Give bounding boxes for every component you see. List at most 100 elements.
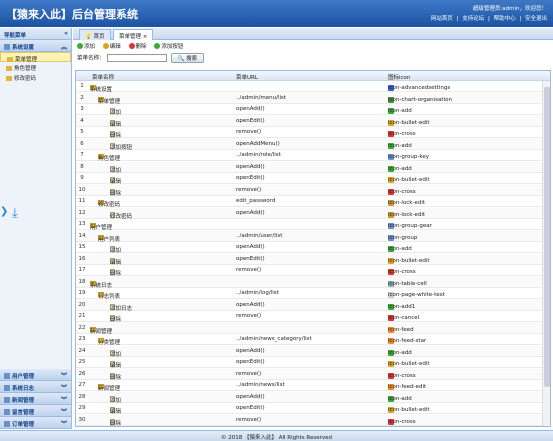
table-row[interactable]: 10 删除 remove() icon-cross <box>76 184 542 197</box>
icon-name: icon-add1 <box>388 303 416 310</box>
row-number: 28 <box>78 393 86 400</box>
search-button[interactable]: 🔍 搜索 <box>170 53 205 63</box>
table-row[interactable]: 28 添加 openAdd() icon-add <box>76 391 542 404</box>
table-row[interactable]: 6 添加按钮 openAddMenu() icon-add <box>76 138 542 151</box>
close-icon[interactable]: × <box>143 34 148 40</box>
menu-url-cell: openEdit() <box>236 359 265 365</box>
accordion-label: 订单管理 <box>12 422 35 428</box>
table-row[interactable]: 2◢菜单管理../admin/menu/listicon-chart-organ… <box>76 92 542 105</box>
grid-header: 菜单名称 菜单URL 图标icon <box>76 71 550 81</box>
scrollbar[interactable] <box>542 81 550 426</box>
icon-name: icon-lock-edit <box>388 211 426 218</box>
accordion-label: 系统日志 <box>12 386 35 392</box>
menu-url-cell: openAdd() <box>236 244 265 250</box>
table-row[interactable]: 3 添加 openAdd() icon-add <box>76 104 542 116</box>
app-title: 【猿来入此】后台管理系统 <box>6 8 138 21</box>
table-row[interactable]: 8 添加 openAdd() icon-add <box>76 161 542 174</box>
scrollbar-thumb[interactable] <box>544 87 550 387</box>
table-row[interactable]: 21 删除 remove() icon-cancel <box>76 311 542 323</box>
menu-url-cell: remove() <box>236 267 262 273</box>
add-button[interactable]: 添加 <box>77 42 95 50</box>
icon-name: icon-cross <box>388 372 416 379</box>
delete-button[interactable]: 删除 <box>128 42 147 50</box>
table-row[interactable]: 24 添加 openAdd() icon-add <box>76 345 542 358</box>
link-separator: | <box>456 16 459 22</box>
icon-name: icon-group <box>388 234 418 241</box>
download-icon[interactable]: ⤓ <box>12 206 18 221</box>
menu-name: 删除 <box>110 420 122 427</box>
forum-link[interactable]: 支持论坛 <box>462 16 484 22</box>
edit-button[interactable]: 编辑 <box>102 42 121 50</box>
column-header-url[interactable]: 菜单URL <box>236 73 258 81</box>
table-row[interactable]: 7◢角色管理../admin/role/listicon-group-key <box>76 150 542 162</box>
menu-url-cell: openEdit() <box>236 175 265 181</box>
expand-arrow-icon[interactable]: ❯ <box>0 206 8 217</box>
table-row[interactable]: 26 删除 remove() icon-cross <box>76 368 542 381</box>
table-row[interactable]: 9 编辑 openEdit() icon-bullet-edit <box>76 173 542 185</box>
row-number: 1 <box>80 83 84 89</box>
row-number: 5 <box>80 129 84 135</box>
row-number: 11 <box>78 198 86 204</box>
table-row[interactable]: 22◢新闻管理icon-feed <box>76 322 542 335</box>
table-row[interactable]: 23◢分类管理../admin/news_category/listicon-f… <box>76 334 542 346</box>
sidebar-item-menu-manage[interactable]: 菜单管理 <box>0 52 71 63</box>
order-icon <box>4 421 10 427</box>
help-link[interactable]: 帮助中心 <box>494 16 516 22</box>
search-bar: 菜单名称： 🔍 搜索 <box>73 52 553 64</box>
sidebar-item-label: 菜单管理 <box>15 57 38 63</box>
accordion-user[interactable]: 用户管理 ︾ <box>0 369 71 381</box>
accordion-message[interactable]: 留言管理 ︾ <box>0 405 71 417</box>
table-row[interactable]: 5 删除 remove() icon-cross <box>76 127 542 139</box>
menu-url-cell: openAdd() <box>236 163 265 170</box>
table-row[interactable]: 14◢用户列表../admin/user/listicon-group <box>76 230 542 243</box>
sidebar-item-role-manage[interactable]: 角色管理 <box>0 62 71 72</box>
menu-url-cell: ../admin/log/list <box>236 290 279 296</box>
menu-url-cell: ../admin/news/list <box>236 382 285 388</box>
chevron-down-icon[interactable]: ︾ <box>61 383 67 392</box>
table-row[interactable]: 15 添加 openAdd() icon-add <box>76 242 542 254</box>
table-row[interactable]: 18◢系统日志icon-table-cell <box>76 276 542 289</box>
accordion-order[interactable]: 订单管理 ︾ <box>0 417 71 429</box>
row-number: 24 <box>78 347 86 354</box>
table-row[interactable]: 27◢新闻管理../admin/news/listicon-feed-edit <box>76 380 542 392</box>
table-row[interactable]: 30 删除 remove() icon-cross <box>76 414 542 427</box>
footer: © 2018 【猿来入此】 All Rights Reserved <box>0 430 553 441</box>
chevron-down-icon[interactable]: ︾ <box>61 419 67 428</box>
chevron-down-icon[interactable]: ︾ <box>61 371 67 380</box>
tab-menu-manage[interactable]: 菜单管理 × <box>113 29 154 40</box>
log-icon <box>4 385 10 391</box>
add-menu-button[interactable]: 添加按钮 <box>154 42 183 50</box>
table-row[interactable]: 4 编辑 openEdit() icon-bullet-edit <box>76 115 542 128</box>
collapse-icon[interactable]: « <box>64 30 68 37</box>
accordion-log[interactable]: 系统日志 ︾ <box>0 381 71 393</box>
chevron-up-icon[interactable]: ︽ <box>61 42 67 51</box>
table-row[interactable]: 17 删除 remove() icon-cross <box>76 265 542 277</box>
table-row[interactable]: 16 编辑 openEdit() icon-bullet-edit <box>76 253 542 266</box>
menu-url-cell: openEdit() <box>236 255 265 262</box>
table-row[interactable]: 20 添加日志 openAdd() icon-add1 <box>76 299 542 312</box>
table-row[interactable]: 13◢用户管理icon-group-gear <box>76 219 542 231</box>
sidebar-item-change-password[interactable]: 修改密码 <box>0 72 71 82</box>
column-header-icon[interactable]: 图标icon <box>388 73 410 81</box>
sidebar-item-label: 修改密码 <box>14 76 37 82</box>
row-number: 21 <box>78 313 86 319</box>
tab-label: 菜单管理 <box>119 34 142 40</box>
column-header-name[interactable]: 菜单名称 <box>92 73 114 81</box>
row-number: 13 <box>78 221 86 227</box>
table-row[interactable]: 11◢修改密码edit_passwordicon-lock-edit <box>76 196 542 208</box>
tab-home[interactable]: 💡 首页 <box>79 29 111 40</box>
table-row[interactable]: 29 编辑 openEdit() icon-bullet-edit <box>76 403 542 415</box>
chevron-down-icon[interactable]: ︾ <box>61 395 67 404</box>
icon-name: icon-group-key <box>388 154 429 160</box>
accordion-system-settings[interactable]: 系统设置 ︽ <box>0 40 71 52</box>
chevron-down-icon[interactable]: ︾ <box>61 407 67 416</box>
accordion-news[interactable]: 新闻管理 ︾ <box>0 393 71 405</box>
logout-link[interactable]: 安全退出 <box>525 16 547 22</box>
table-row[interactable]: 25 编辑 openEdit() icon-bullet-edit <box>76 357 542 369</box>
table-row[interactable]: 12 修改密码 openAdd() icon-lock-edit <box>76 207 542 220</box>
search-input[interactable] <box>106 54 167 62</box>
home-link[interactable]: 网站首页 <box>431 16 453 22</box>
row-number: 3 <box>80 106 84 112</box>
table-row[interactable]: 1◢系统设置icon-advancedsettings <box>76 81 542 93</box>
table-row[interactable]: 19◢日志列表../admin/log/listicon-page-white-… <box>76 288 542 300</box>
